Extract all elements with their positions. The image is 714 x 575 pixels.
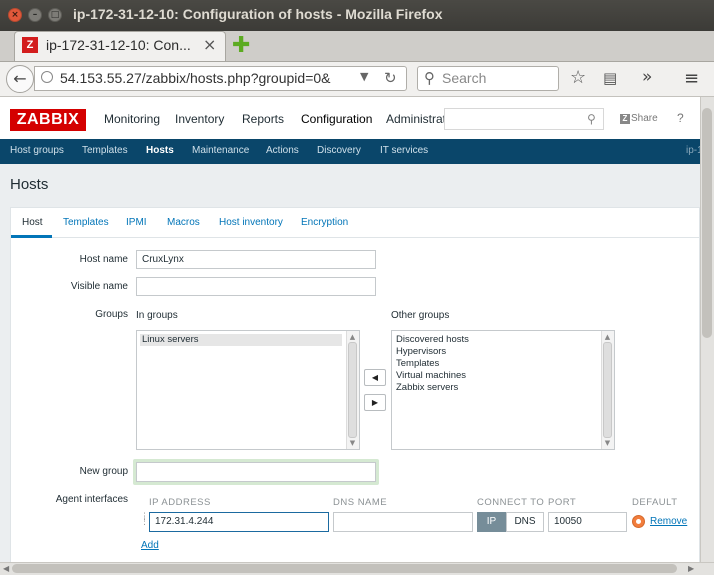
- scroll-up-icon[interactable]: ▲: [602, 333, 613, 341]
- scroll-left-icon[interactable]: ◀: [3, 564, 9, 573]
- tab-ipmi[interactable]: IPMI: [126, 217, 147, 228]
- menu-administration[interactable]: Administration: [386, 112, 444, 126]
- host-name-label: Host name: [79, 254, 128, 265]
- new-group-label: New group: [79, 466, 128, 477]
- groups-label: Groups: [95, 309, 128, 320]
- browser-search-placeholder: Search: [442, 70, 487, 86]
- ip-address-input[interactable]: 172.31.4.244: [149, 512, 329, 532]
- reload-icon[interactable]: ↻: [384, 69, 397, 87]
- visible-name-label: Visible name: [70, 281, 128, 292]
- page-horizontal-scrollbar-thumb[interactable]: [12, 564, 677, 573]
- connect-ip-button[interactable]: IP: [477, 512, 506, 532]
- add-interface-link[interactable]: Add: [141, 540, 159, 551]
- window-title: ip-172-31-12-10: Configuration of hosts …: [73, 6, 443, 22]
- scroll-up-icon[interactable]: ▲: [347, 333, 358, 341]
- scrollbar-thumb[interactable]: [348, 342, 357, 438]
- menu-configuration[interactable]: Configuration: [301, 112, 372, 126]
- window-minimize-button[interactable]: –: [28, 8, 42, 22]
- share-label: Share: [631, 113, 658, 124]
- submenu-host-groups[interactable]: Host groups: [10, 145, 64, 156]
- overflow-icon[interactable]: »: [642, 67, 652, 87]
- host-name-input[interactable]: CruxLynx: [136, 250, 376, 269]
- submenu-templates[interactable]: Templates: [82, 145, 128, 156]
- search-icon[interactable]: ⚲: [587, 112, 596, 126]
- tab-host[interactable]: Host: [22, 217, 43, 228]
- submenu-maintenance[interactable]: Maintenance: [192, 145, 249, 156]
- share-icon: Z: [620, 114, 630, 124]
- radio-dot-icon: [636, 519, 641, 524]
- in-groups-listbox[interactable]: [136, 330, 360, 450]
- form-tabs-divider: [11, 237, 700, 238]
- visible-name-input[interactable]: [136, 277, 376, 296]
- browser-search-input[interactable]: [417, 66, 559, 91]
- zabbix-search-input[interactable]: [444, 108, 604, 130]
- close-tab-icon[interactable]: ×: [203, 35, 216, 54]
- column-header-port: PORT: [548, 497, 577, 508]
- list-item[interactable]: Hypervisors: [396, 346, 446, 358]
- scroll-down-icon[interactable]: ▼: [602, 439, 613, 447]
- back-button[interactable]: ←: [6, 65, 34, 93]
- move-left-button[interactable]: ◀: [364, 369, 386, 386]
- page-title: Hosts: [10, 176, 49, 193]
- active-tab-indicator: [11, 235, 52, 238]
- list-item[interactable]: Templates: [396, 358, 439, 370]
- dns-name-input[interactable]: [333, 512, 473, 532]
- tab-host-inventory[interactable]: Host inventory: [219, 217, 283, 228]
- tab-templates[interactable]: Templates: [63, 217, 109, 228]
- list-item[interactable]: Zabbix servers: [396, 382, 458, 394]
- new-group-input[interactable]: [136, 462, 376, 482]
- new-tab-icon[interactable]: ✚: [232, 33, 250, 58]
- chevron-down-icon[interactable]: ▼: [360, 70, 368, 83]
- submenu-actions[interactable]: Actions: [266, 145, 299, 156]
- page-vertical-scrollbar-thumb[interactable]: [702, 108, 712, 338]
- zabbix-logo[interactable]: ZABBIX: [10, 109, 86, 131]
- column-header-dns-name: DNS NAME: [333, 497, 388, 508]
- list-item[interactable]: Linux servers: [142, 334, 199, 346]
- list-item[interactable]: Discovered hosts: [396, 334, 469, 346]
- menu-inventory[interactable]: Inventory: [175, 112, 224, 126]
- submenu-hosts[interactable]: Hosts: [146, 145, 174, 156]
- list-item[interactable]: Virtual machines: [396, 370, 466, 382]
- move-right-button[interactable]: ▶: [364, 394, 386, 411]
- connect-dns-button[interactable]: DNS: [506, 512, 544, 532]
- other-groups-label: Other groups: [391, 310, 450, 321]
- search-icon: ⚲: [424, 69, 435, 87]
- port-input[interactable]: 10050: [548, 512, 627, 532]
- zabbix-favicon-icon: Z: [22, 37, 38, 53]
- drag-handle-icon[interactable]: ⋮ ⋮: [140, 513, 149, 529]
- site-info-icon[interactable]: [41, 71, 53, 83]
- submenu-discovery[interactable]: Discovery: [317, 145, 361, 156]
- bookmarks-menu-icon[interactable]: ▤: [603, 69, 617, 87]
- in-groups-label: In groups: [136, 310, 178, 321]
- scrollbar-thumb[interactable]: [603, 342, 612, 438]
- window-close-button[interactable]: ×: [8, 8, 22, 22]
- remove-interface-link[interactable]: Remove: [650, 516, 687, 527]
- tab-macros[interactable]: Macros: [167, 217, 200, 228]
- tab-encryption[interactable]: Encryption: [301, 217, 348, 228]
- scroll-right-icon[interactable]: ▶: [688, 564, 694, 573]
- agent-interfaces-label: Agent interfaces: [55, 494, 128, 505]
- hamburger-menu-icon[interactable]: ≡: [684, 68, 699, 89]
- column-header-ip-address: IP ADDRESS: [149, 497, 211, 508]
- window-maximize-button[interactable]: □: [48, 8, 62, 22]
- submenu-it-services[interactable]: IT services: [380, 145, 428, 156]
- url-text[interactable]: 54.153.55.27/zabbix/hosts.php?groupid=0&: [60, 70, 331, 86]
- column-header-connect-to: CONNECT TO: [477, 497, 545, 508]
- help-icon[interactable]: ?: [677, 111, 684, 125]
- column-header-default: DEFAULT: [632, 497, 678, 508]
- share-link[interactable]: Z Share: [620, 113, 658, 124]
- menu-reports[interactable]: Reports: [242, 112, 284, 126]
- menu-monitoring[interactable]: Monitoring: [104, 112, 160, 126]
- scroll-down-icon[interactable]: ▼: [347, 439, 358, 447]
- browser-tab-title: ip-172-31-12-10: Con...: [46, 37, 191, 53]
- bookmark-star-icon[interactable]: ☆: [570, 67, 586, 88]
